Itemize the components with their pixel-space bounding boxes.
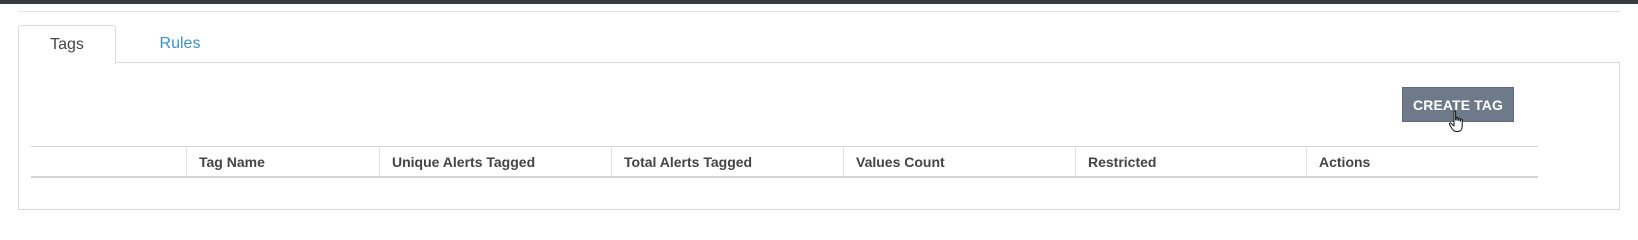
create-tag-button[interactable]: CREATE TAG (1402, 87, 1514, 122)
column-header-values-count[interactable]: Values Count (843, 147, 1075, 177)
tab-rules-label: Rules (159, 35, 201, 52)
column-header-select (31, 147, 186, 177)
column-header-unique-alerts-tagged[interactable]: Unique Alerts Tagged (379, 147, 611, 177)
column-header-actions: Actions (1306, 147, 1538, 177)
tags-table: Tag Name Unique Alerts Tagged Total Aler… (31, 146, 1538, 178)
tab-rules[interactable]: Rules (130, 25, 230, 63)
column-header-total-alerts-tagged[interactable]: Total Alerts Tagged (611, 147, 843, 177)
create-tag-button-label: CREATE TAG (1413, 96, 1503, 113)
top-divider (18, 11, 1620, 12)
column-header-tag-name[interactable]: Tag Name (186, 147, 379, 177)
tab-panel (18, 62, 1620, 210)
top-bar (0, 0, 1638, 4)
tab-tags[interactable]: Tags (18, 25, 116, 64)
column-header-restricted[interactable]: Restricted (1075, 147, 1306, 177)
tab-tags-label: Tags (50, 36, 84, 53)
